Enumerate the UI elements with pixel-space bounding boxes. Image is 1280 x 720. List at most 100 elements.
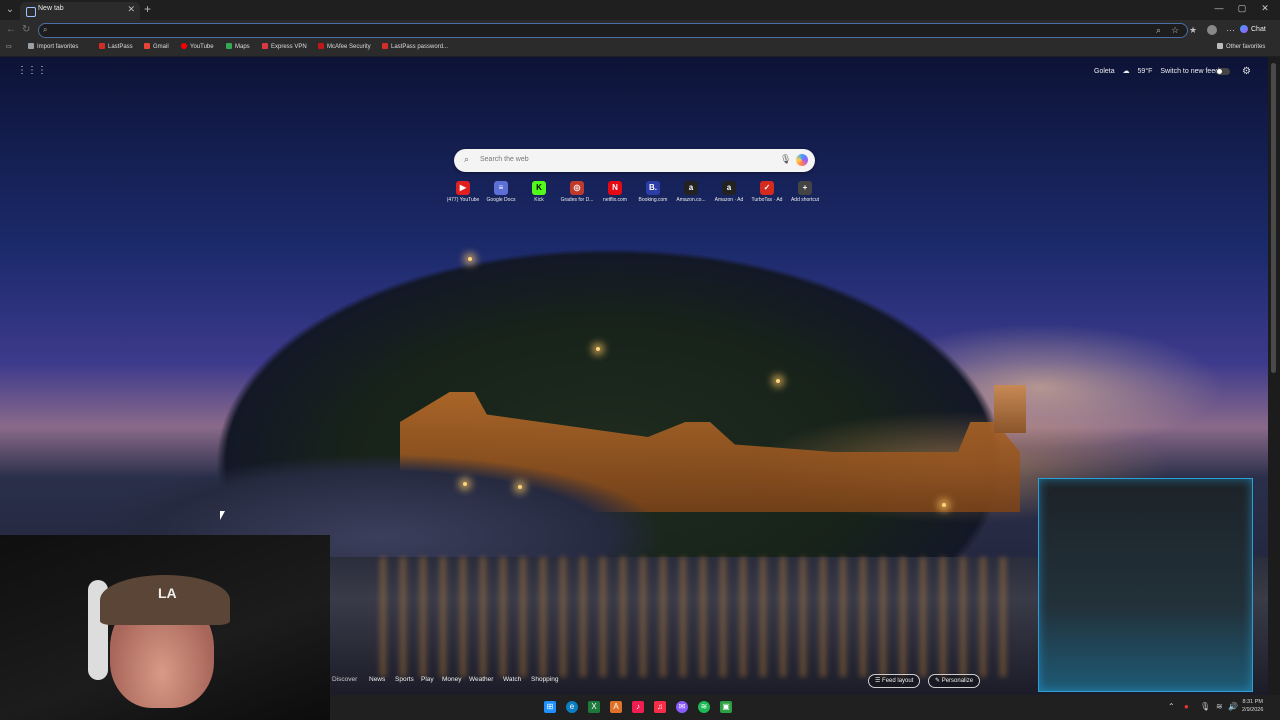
shortcut-turbotax-ad[interactable]: ✓ TurboTax · Ad (748, 181, 786, 209)
bookmark-gmail[interactable]: Gmail (144, 43, 169, 50)
shortcut-label: Amazon · Ad (714, 197, 744, 203)
plus-icon: + (798, 181, 812, 195)
bookmark-maps[interactable]: Maps (226, 43, 250, 50)
more-menu-icon[interactable]: ⋯ (1226, 25, 1235, 36)
shortcut-label: Add shortcut (790, 197, 820, 203)
scrollbar-thumb[interactable] (1271, 63, 1276, 373)
tab-actions-icon[interactable]: ⌄ (3, 3, 17, 17)
weather-widget[interactable]: Goleta ☁ 59°F Switch to new feed (1094, 67, 1225, 75)
switch-feed-label[interactable]: Switch to new feed (1160, 68, 1219, 75)
amazon-icon: a (684, 181, 698, 195)
background-image-tower (994, 385, 1026, 433)
shortcut-google-docs[interactable]: ≡ Google Docs (482, 181, 520, 209)
wifi-icon[interactable]: ≋ (1216, 702, 1223, 711)
feed-tab-shopping[interactable]: Shopping (531, 676, 558, 683)
tiktok-icon[interactable]: ♪ (632, 701, 644, 713)
shortcut-grades[interactable]: ◎ Grades for D... (558, 181, 596, 209)
other-favorites[interactable]: Other favorites (1217, 43, 1265, 50)
search-input[interactable]: Search the web (480, 156, 529, 163)
close-window-icon[interactable]: ✕ (1254, 3, 1276, 14)
bookmark-mcafee[interactable]: McAfee Security (318, 43, 371, 50)
copilot-icon[interactable] (796, 154, 808, 166)
tray-app-icon[interactable]: ● (1184, 702, 1189, 711)
add-shortcut-button[interactable]: + Add shortcut (786, 181, 824, 209)
clock-time: 8:31 PM (1242, 699, 1263, 705)
background-image-reflection (380, 557, 1020, 677)
shortcut-youtube[interactable]: ▶ (477) YouTube (444, 181, 482, 209)
amazon-icon: a (722, 181, 736, 195)
excel-icon[interactable]: X (588, 701, 600, 713)
tab-strip: ⌄ New tab ✕ + — ▢ ✕ (0, 0, 1280, 20)
feed-tab-sports[interactable]: Sports (395, 676, 414, 683)
messenger-icon[interactable]: ✉ (676, 701, 688, 713)
shortcut-amazon-ad[interactable]: a Amazon · Ad (710, 181, 748, 209)
gear-icon[interactable]: ⚙ (1242, 66, 1251, 77)
back-icon[interactable]: ← (6, 24, 16, 35)
favorites-bar: ▭ Import favorites LastPass Gmail YouTub… (0, 40, 1280, 57)
chat-label: Chat (1251, 26, 1266, 33)
app-icon[interactable]: A (610, 701, 622, 713)
netflix-icon: N (608, 181, 622, 195)
clock[interactable]: 8:31 PM 2/9/2026 (1242, 698, 1263, 714)
feed-layout-button[interactable]: ☰ Feed layout (868, 674, 921, 688)
background-light (468, 257, 472, 261)
spotify-icon[interactable]: ≋ (698, 701, 710, 713)
bookmark-import-favorites[interactable]: Import favorites (28, 43, 78, 50)
feed-tab-discover[interactable]: Discover (332, 676, 357, 683)
personalize-button[interactable]: ✎ Personalize (928, 674, 981, 688)
feed-tab-watch[interactable]: Watch (503, 676, 521, 683)
feed-toggle[interactable] (1216, 68, 1230, 75)
copilot-chat-button[interactable]: Chat (1240, 23, 1274, 36)
background-light (518, 485, 522, 489)
tab-new-tab[interactable]: New tab ✕ (20, 2, 140, 20)
shortcut-netflix[interactable]: Nnetflix.com (596, 181, 634, 209)
search-icon: ⌕ (464, 154, 470, 164)
shortcut-label: Google Docs (486, 197, 516, 203)
shortcut-amazon[interactable]: a Amazon.co... (672, 181, 710, 209)
new-tab-favicon-icon (26, 7, 36, 17)
refresh-icon[interactable]: ↻ (22, 24, 30, 35)
bookmark-lastpass[interactable]: LastPass (99, 43, 133, 50)
shortcut-label: Grades for D... (560, 197, 594, 203)
microphone-icon[interactable]: 🎙 (780, 154, 791, 165)
favorites-icon[interactable]: ★ (1189, 25, 1197, 36)
favorite-star-icon[interactable]: ☆ (1171, 25, 1179, 36)
chevron-up-icon[interactable]: ⌃ (1168, 702, 1175, 711)
clock-date: 2/9/2026 (1242, 707, 1264, 713)
shortcut-booking[interactable]: B. Booking.com (634, 181, 672, 209)
profile-avatar[interactable] (1207, 25, 1217, 35)
kick-icon: K (532, 181, 546, 195)
edge-icon[interactable]: e (566, 701, 578, 713)
zoom-icon[interactable]: ⌕ (1156, 25, 1161, 36)
bookmark-express-vpn[interactable]: Express VPN (262, 43, 307, 50)
microphone-icon[interactable]: 🎙 (1200, 702, 1210, 711)
background-light (596, 347, 600, 351)
feed-tab-money[interactable]: Money (442, 676, 462, 683)
bookmark-lastpass-password[interactable]: LastPass password... (382, 43, 448, 50)
app-icon-green[interactable]: ▣ (720, 701, 732, 713)
windows-start-icon[interactable]: ⊞ (544, 701, 556, 713)
background-light (776, 379, 780, 383)
webcam-overlay: LA (0, 535, 330, 720)
new-tab-button[interactable]: + (144, 2, 151, 16)
address-bar[interactable]: ⌕ (38, 23, 1188, 38)
favorites-menu-icon[interactable]: ▭ (6, 43, 12, 50)
maximize-icon[interactable]: ▢ (1231, 3, 1253, 14)
minimize-icon[interactable]: — (1208, 3, 1230, 13)
music-icon[interactable]: ♫ (654, 701, 666, 713)
toolbar: ← ↻ ⌕ ⌕ ☆ ★ ⋯ (0, 20, 1280, 40)
weather-temp: 59°F (1137, 68, 1153, 75)
turbotax-icon: ✓ (760, 181, 774, 195)
shortcut-kick[interactable]: K Kick (520, 181, 558, 209)
lastpass-icon (382, 43, 388, 49)
apps-grid-icon[interactable]: ⋮⋮⋮ (17, 66, 47, 76)
search-box[interactable]: ⌕ Search the web 🎙 (454, 149, 815, 172)
scrollbar[interactable] (1268, 57, 1280, 695)
feed-tab-play[interactable]: Play (421, 676, 434, 683)
volume-icon[interactable]: 🔊 (1228, 702, 1238, 711)
feed-tab-news[interactable]: News (369, 676, 385, 683)
lastpass-icon (99, 43, 105, 49)
bookmark-youtube[interactable]: YouTube (181, 43, 214, 50)
feed-tab-weather[interactable]: Weather (469, 676, 493, 683)
close-tab-icon[interactable]: ✕ (127, 4, 135, 15)
